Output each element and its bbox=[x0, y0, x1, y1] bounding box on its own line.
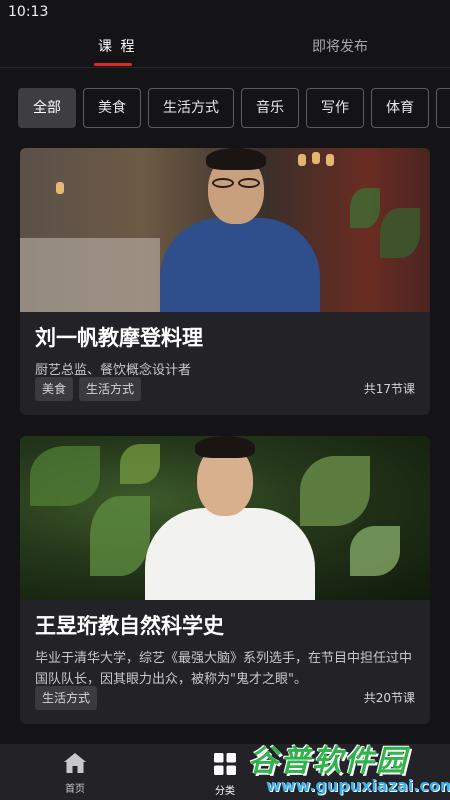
lesson-count: 共17节课 bbox=[363, 382, 415, 396]
course-tag: 美食 bbox=[35, 377, 74, 401]
watermark-text: 谷普软件园 bbox=[248, 744, 408, 779]
course-meta-row: 生活方式 共20节课 bbox=[35, 686, 415, 710]
category-filter-bar: 全部 美食 生活方式 音乐 写作 体育 bbox=[18, 88, 450, 128]
course-title: 刘一帆教摩登料理 bbox=[35, 326, 203, 350]
watermark-url: www.gupuxiazai.com bbox=[266, 776, 450, 795]
status-bar: 10:13 bbox=[0, 0, 450, 26]
tab-courses[interactable]: 课 程 bbox=[98, 36, 136, 56]
filter-chip-food[interactable]: 美食 bbox=[83, 88, 141, 128]
filter-chip-writing[interactable]: 写作 bbox=[306, 88, 364, 128]
filter-chip-more[interactable] bbox=[436, 88, 450, 128]
status-time: 10:13 bbox=[8, 4, 49, 20]
lesson-count: 共20节课 bbox=[363, 691, 415, 705]
top-tabs: 课 程 即将发布 bbox=[0, 26, 450, 68]
tab-upcoming[interactable]: 即将发布 bbox=[312, 36, 368, 56]
grid-icon bbox=[214, 753, 236, 775]
course-subtitle: 毕业于清华大学，综艺《最强大脑》系列选手，在节目中担任过中国队队长，因其眼力出众… bbox=[35, 651, 413, 687]
filter-chip-all[interactable]: 全部 bbox=[18, 88, 76, 128]
course-card[interactable]: 刘一帆教摩登料理 厨艺总监、餐饮概念设计者 美食 生活方式 共17节课 bbox=[20, 148, 430, 415]
nav-home[interactable]: 首页 bbox=[40, 752, 110, 795]
filter-chip-sports[interactable]: 体育 bbox=[371, 88, 429, 128]
filter-chip-lifestyle[interactable]: 生活方式 bbox=[148, 88, 234, 128]
site-watermark: 谷普软件园 www.gupuxiazai.com bbox=[248, 736, 450, 800]
course-tag: 生活方式 bbox=[35, 686, 98, 710]
course-cover-image bbox=[20, 436, 430, 600]
active-tab-indicator bbox=[94, 63, 132, 66]
filter-chip-music[interactable]: 音乐 bbox=[241, 88, 299, 128]
nav-home-label: 首页 bbox=[65, 784, 85, 795]
course-title: 王昱珩教自然科学史 bbox=[35, 614, 224, 638]
home-icon bbox=[64, 753, 86, 773]
course-card[interactable]: 王昱珩教自然科学史 毕业于清华大学，综艺《最强大脑》系列选手，在节目中担任过中国… bbox=[20, 436, 430, 724]
course-tag: 生活方式 bbox=[79, 377, 142, 401]
course-meta-row: 美食 生活方式 共17节课 bbox=[35, 377, 415, 401]
course-cover-image bbox=[20, 148, 430, 312]
